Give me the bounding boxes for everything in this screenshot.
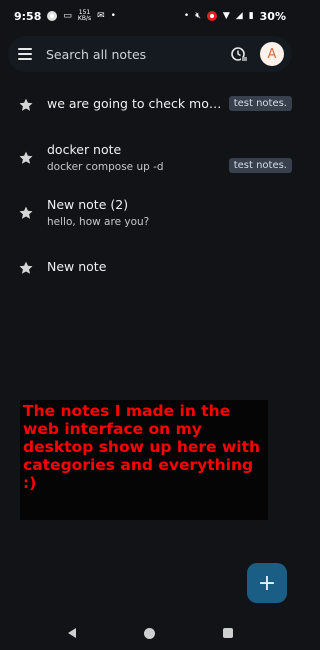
- signal-icon: ◢: [235, 10, 243, 21]
- add-note-button[interactable]: +: [247, 563, 287, 603]
- screen-record-icon: [47, 11, 58, 21]
- note-body: New note: [47, 259, 292, 274]
- star-icon[interactable]: [18, 205, 34, 221]
- note-body: docker note docker compose up -d: [47, 142, 223, 173]
- battery-icon: ▮: [248, 10, 254, 21]
- note-body: New note (2) hello, how are you?: [47, 197, 292, 228]
- status-left: 9:58 ▭ 151 KB/s ✉ •: [14, 10, 116, 23]
- caption-overlay: The notes I made in the web interface on…: [20, 400, 268, 520]
- sim-card-icon: ▭: [63, 10, 72, 21]
- star-icon[interactable]: [18, 150, 34, 166]
- history-icon[interactable]: [228, 43, 250, 65]
- menu-icon[interactable]: [18, 48, 32, 60]
- dot-icon: •: [183, 10, 190, 21]
- note-body: we are going to check mobile ap...: [47, 96, 223, 111]
- battery-percent: 30%: [259, 9, 286, 23]
- list-item[interactable]: we are going to check mobile ap... test …: [18, 96, 292, 113]
- list-item[interactable]: docker note docker compose up -d test no…: [18, 142, 292, 173]
- list-item[interactable]: New note (2) hello, how are you?: [18, 197, 292, 228]
- note-tag: test notes.: [228, 158, 292, 173]
- star-icon[interactable]: [18, 97, 34, 113]
- note-subtitle: docker compose up -d: [47, 161, 164, 173]
- recent-apps-icon[interactable]: [222, 628, 233, 638]
- mute-icon: 🔇︎: [195, 10, 201, 21]
- search-bar[interactable]: Search all notes A: [8, 36, 292, 72]
- list-item[interactable]: New note: [18, 259, 292, 276]
- system-navigation-bar: [0, 616, 300, 650]
- note-tag: test notes.: [228, 96, 292, 111]
- status-right: • 🔇︎ ▼ ◢ ▮ 30%: [184, 10, 286, 23]
- recording-icon: [206, 11, 217, 21]
- home-icon[interactable]: [143, 627, 155, 639]
- status-time: 9:58: [14, 9, 42, 23]
- back-icon[interactable]: [67, 628, 76, 638]
- note-title: New note: [47, 259, 107, 274]
- mail-icon: ✉: [97, 10, 105, 21]
- network-speed: 151 KB/s: [78, 10, 91, 22]
- network-speed-unit: KB/s: [77, 15, 92, 22]
- dot-icon: •: [110, 10, 116, 21]
- note-subtitle: hello, how are you?: [47, 216, 150, 228]
- wifi-icon: ▼: [222, 10, 230, 21]
- search-input[interactable]: Search all notes: [46, 47, 228, 62]
- note-title: we are going to check mobile ap...: [47, 96, 223, 111]
- note-title: docker note: [47, 142, 122, 157]
- avatar[interactable]: A: [260, 42, 284, 66]
- star-icon[interactable]: [18, 260, 34, 276]
- note-title: New note (2): [47, 197, 129, 212]
- status-bar: 9:58 ▭ 151 KB/s ✉ • • 🔇︎ ▼ ◢ ▮ 30%: [0, 0, 300, 32]
